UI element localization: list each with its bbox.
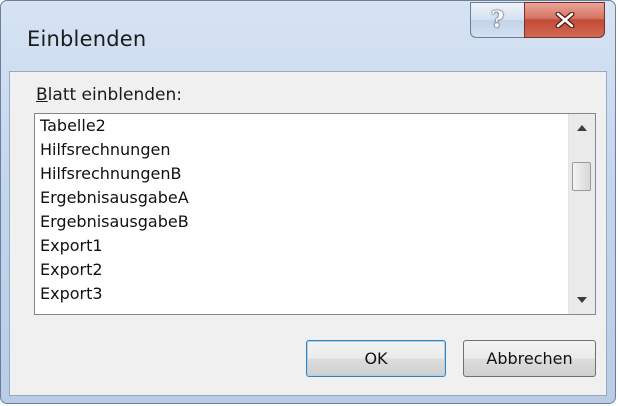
sheet-list-label: Blatt einblenden: <box>36 85 182 105</box>
list-item[interactable]: Tabelle2 <box>35 114 568 138</box>
list-item[interactable]: ErgebnisausgabeB <box>35 210 568 234</box>
close-icon <box>555 12 574 28</box>
scroll-down-arrow-icon <box>577 297 587 303</box>
list-item[interactable]: HilfsrechnungenB <box>35 162 568 186</box>
label-text: latt einblenden: <box>47 85 183 105</box>
list-item[interactable]: Export2 <box>35 258 568 282</box>
dialog-body: Blatt einblenden: Tabelle2 Hilfsrechnung… <box>9 71 607 396</box>
close-button[interactable] <box>524 2 605 38</box>
scroll-up-arrow-icon <box>577 125 587 131</box>
label-accelerator: B <box>36 85 48 105</box>
list-item[interactable]: Export1 <box>35 234 568 258</box>
question-mark-icon: ? <box>491 7 504 33</box>
scrollbar-thumb[interactable] <box>572 162 591 191</box>
vertical-scrollbar[interactable] <box>568 114 595 314</box>
title-bar[interactable]: Einblenden ? <box>1 1 615 71</box>
help-button[interactable]: ? <box>470 2 524 38</box>
ok-button[interactable]: OK <box>306 340 446 377</box>
list-item[interactable]: Export3 <box>35 282 568 306</box>
sheet-listbox[interactable]: Tabelle2 Hilfsrechnungen Hilfsrechnungen… <box>34 113 596 315</box>
dialog-window: Einblenden ? Blatt einblenden: Tabelle2 … <box>0 0 616 404</box>
list-item[interactable]: ErgebnisausgabeA <box>35 186 568 210</box>
scroll-up-button[interactable] <box>569 116 595 140</box>
dialog-title: Einblenden <box>27 27 147 51</box>
list-item[interactable]: Hilfsrechnungen <box>35 138 568 162</box>
cancel-button[interactable]: Abbrechen <box>463 340 596 377</box>
scroll-down-button[interactable] <box>569 288 595 312</box>
sheet-list: Tabelle2 Hilfsrechnungen Hilfsrechnungen… <box>35 114 568 314</box>
